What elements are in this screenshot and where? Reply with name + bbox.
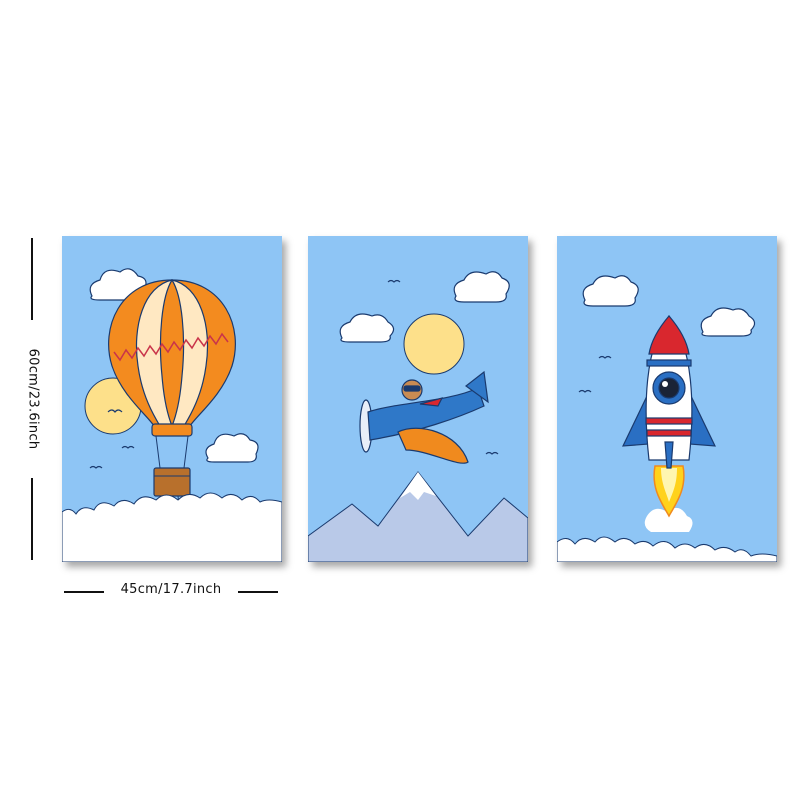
dimension-line — [238, 591, 278, 593]
art-panel-rocket — [557, 236, 777, 562]
balloon-illustration — [62, 236, 282, 562]
width-dimension: 45cm/17.7inch — [62, 580, 280, 604]
art-panel-airplane — [308, 236, 528, 562]
dimension-line — [31, 238, 33, 320]
width-label: 45cm/17.7inch — [120, 582, 222, 597]
dimension-line — [31, 478, 33, 560]
sun-icon — [403, 313, 465, 375]
art-panel-hot-air-balloon — [62, 236, 282, 562]
airplane-illustration — [308, 236, 528, 562]
height-label: 60cm/23.6inch — [25, 348, 41, 450]
rocket-illustration — [557, 236, 777, 562]
height-dimension: 60cm/23.6inch — [22, 236, 44, 562]
